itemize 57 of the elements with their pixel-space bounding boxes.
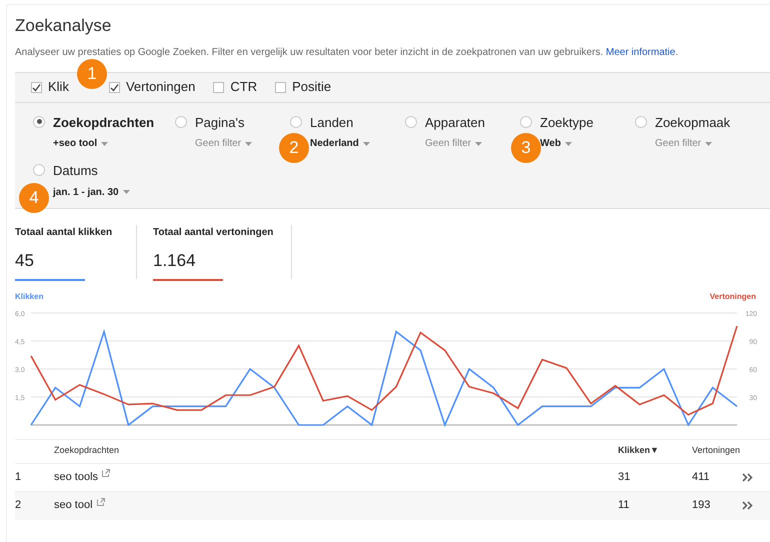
column-header[interactable]: Klikken▼ bbox=[618, 444, 692, 458]
number-marker: 3 bbox=[511, 132, 541, 162]
caret-icon bbox=[101, 142, 108, 146]
more-info-link[interactable]: Meer informatie bbox=[606, 46, 676, 58]
axis-title: Vertoningen bbox=[710, 290, 756, 302]
column-header[interactable]: Vertoningen bbox=[692, 444, 762, 458]
total-label: Totaal aantal vertoningen bbox=[153, 226, 274, 240]
total-value: 1.164 bbox=[153, 250, 197, 272]
filter-dropdown[interactable]: Nederland bbox=[310, 136, 370, 151]
radio-button[interactable] bbox=[635, 116, 647, 128]
metric-checkbox[interactable]: Klik bbox=[31, 77, 69, 97]
total-value: 45 bbox=[15, 250, 35, 272]
impressions-cell-text: 411 bbox=[692, 470, 711, 485]
caret-icon bbox=[122, 190, 130, 194]
radio-button[interactable] bbox=[290, 116, 302, 128]
filter-label: Zoekopdrachten bbox=[53, 114, 154, 132]
radio-button[interactable] bbox=[520, 116, 532, 128]
metric-checkbox[interactable]: Positie bbox=[275, 77, 332, 97]
axis-title: Klikken bbox=[15, 290, 44, 302]
double-chevron-icon[interactable] bbox=[742, 501, 753, 510]
filter-label: Apparaten bbox=[425, 114, 485, 132]
filter-label: Landen bbox=[310, 114, 354, 132]
number-marker: 1 bbox=[77, 58, 107, 88]
impressions-cell-text: 193 bbox=[692, 498, 712, 514]
caret-icon bbox=[705, 142, 712, 146]
radio-button[interactable] bbox=[175, 116, 187, 128]
page-description: Analyseer uw prestaties op Google Zoeken. Filter en vergelijk uw resultaten voor beter inzicht in de zoekpatronen van uw gebruikers. Meer informatie. bbox=[15, 46, 680, 60]
clicks-cell-text: 11 bbox=[618, 498, 630, 514]
total-label: Totaal aantal klikken bbox=[15, 226, 114, 240]
query-link[interactable]: seo tool bbox=[54, 497, 93, 514]
query-link[interactable]: seo tools bbox=[54, 468, 98, 486]
clicks-cell-text: 31 bbox=[618, 470, 632, 485]
page-title: Zoekanalyse bbox=[15, 15, 112, 37]
metric-checkbox[interactable]: CTR bbox=[213, 77, 258, 97]
filter-label: Zoektype bbox=[540, 114, 594, 132]
double-chevron-icon[interactable] bbox=[742, 472, 753, 482]
radio-button[interactable] bbox=[405, 116, 417, 128]
filter-label: Zoekopmaak bbox=[655, 114, 730, 132]
external-link-icon[interactable] bbox=[96, 498, 105, 506]
filter-label: Pagina's bbox=[195, 114, 246, 132]
external-link-icon[interactable] bbox=[102, 469, 110, 477]
metric-checkbox[interactable]: Vertoningen bbox=[108, 77, 196, 97]
filter-dropdown[interactable]: Web bbox=[540, 136, 594, 151]
filter-dropdown[interactable]: jan. 1 - jan. 30 bbox=[53, 184, 130, 200]
radio-button[interactable] bbox=[33, 164, 45, 176]
caret-icon bbox=[564, 142, 572, 146]
column-header[interactable]: Zoekopdrachten bbox=[54, 444, 618, 458]
filter-label: Datums bbox=[53, 162, 99, 180]
number-marker: 4 bbox=[19, 182, 49, 212]
row-number: 2 bbox=[15, 498, 22, 514]
number-marker: 2 bbox=[279, 132, 309, 162]
caret-icon bbox=[245, 142, 252, 146]
row-number: 1 bbox=[15, 470, 22, 485]
radio-button[interactable] bbox=[33, 116, 45, 128]
caret-icon bbox=[362, 142, 370, 146]
filter-dropdown[interactable]: +seo tool bbox=[53, 136, 154, 151]
caret-icon bbox=[475, 142, 482, 146]
